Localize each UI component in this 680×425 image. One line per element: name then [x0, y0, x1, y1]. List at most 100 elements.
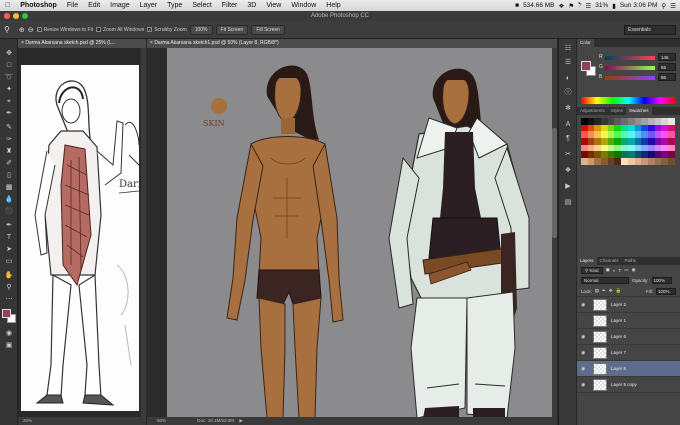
swatch[interactable] — [647, 158, 655, 165]
swatch[interactable] — [594, 131, 602, 139]
swatch[interactable] — [601, 118, 608, 125]
swatch[interactable] — [667, 138, 675, 145]
swatch[interactable] — [654, 144, 662, 152]
swatch[interactable] — [621, 158, 628, 165]
menu-select[interactable]: Select — [187, 2, 216, 9]
swatch[interactable] — [587, 151, 595, 159]
swatch[interactable] — [661, 144, 668, 152]
swatch[interactable] — [654, 151, 662, 159]
swatch[interactable] — [581, 131, 588, 139]
menu-filter[interactable]: Filter — [217, 2, 243, 9]
filter-adjustment-icon[interactable]: ◐ — [613, 268, 616, 273]
swatch[interactable] — [641, 144, 648, 152]
battery-icon[interactable]: ▮ — [612, 2, 616, 10]
screen-mode-icon[interactable]: ▣ — [3, 341, 15, 351]
swatch[interactable] — [587, 124, 595, 132]
swatch[interactable] — [634, 138, 642, 145]
doc2-tab[interactable]: × Darma Akarsana sketch1.psd @ 50% (Laye… — [147, 39, 557, 48]
swatch[interactable] — [661, 118, 668, 125]
swatch[interactable] — [647, 118, 655, 125]
green-value-input[interactable]: 65 — [658, 63, 676, 71]
eraser-tool-icon[interactable]: ▯ — [3, 171, 15, 181]
battery-percent[interactable]: 31% — [595, 2, 608, 9]
doc2-status-arrow-icon[interactable]: ▶ — [239, 418, 242, 423]
search-icon[interactable]: ⚲ — [661, 2, 666, 10]
move-tool-icon[interactable]: ✥ — [3, 49, 15, 59]
foreground-color-swatch[interactable] — [2, 309, 11, 318]
swatch[interactable] — [661, 131, 668, 139]
tab-color[interactable]: Color — [577, 39, 594, 47]
swatch[interactable] — [581, 118, 588, 125]
lasso-tool-icon[interactable]: ➰ — [3, 73, 15, 83]
clock[interactable]: Sun 3:06 PM — [620, 2, 658, 9]
tool-presets-icon[interactable]: ✂ — [562, 149, 574, 160]
gradient-tool-icon[interactable]: ▩ — [3, 183, 15, 193]
menu-3d[interactable]: 3D — [242, 2, 261, 9]
tab-adjustments[interactable]: Adjustments — [577, 107, 608, 115]
swatch[interactable] — [627, 158, 635, 165]
opacity-input[interactable]: 100% — [651, 277, 672, 284]
swatch[interactable] — [587, 144, 595, 152]
swatch[interactable] — [627, 144, 635, 152]
swatch[interactable] — [654, 118, 662, 125]
swatch[interactable] — [621, 151, 628, 159]
stamp-tool-icon[interactable]: ♜ — [3, 147, 15, 157]
swatch[interactable] — [607, 138, 615, 145]
swatch[interactable] — [601, 124, 608, 132]
swatch[interactable] — [634, 131, 642, 139]
swatch[interactable] — [634, 158, 642, 165]
swatch[interactable] — [587, 118, 595, 125]
swatch[interactable] — [661, 138, 668, 145]
swatch[interactable] — [661, 124, 668, 132]
swatch[interactable] — [601, 144, 608, 152]
properties-panel-icon[interactable]: ☰ — [562, 57, 574, 68]
swatch[interactable] — [594, 151, 602, 159]
swatch[interactable] — [654, 138, 662, 145]
doc1-canvas[interactable]: Darm — [21, 65, 139, 411]
wifi-icon[interactable]: ☰ — [585, 2, 591, 10]
tab-styles[interactable]: Styles — [608, 107, 626, 115]
quick-mask-icon[interactable]: ◉ — [3, 329, 15, 339]
zoom-tool-icon[interactable]: ⚲ — [4, 25, 10, 34]
swatch[interactable] — [641, 118, 648, 125]
minimize-window-button[interactable] — [13, 13, 19, 19]
swatch[interactable] — [607, 131, 615, 139]
swatch[interactable] — [634, 118, 642, 125]
resize-windows-checkbox[interactable]: ✓ Resize Windows to Fit — [36, 27, 93, 33]
swatch[interactable] — [607, 118, 615, 125]
color-spectrum[interactable] — [581, 97, 676, 104]
swatch[interactable] — [647, 131, 655, 139]
swatch[interactable] — [647, 151, 655, 159]
memory-icon[interactable]: ■ — [515, 2, 519, 9]
dropbox-icon[interactable]: ❖ — [559, 2, 565, 10]
swatch[interactable] — [581, 144, 588, 152]
filter-smart-icon[interactable]: ◉ — [632, 267, 636, 273]
swatch[interactable] — [614, 158, 622, 165]
crop-tool-icon[interactable]: ⌖ — [3, 97, 15, 107]
lock-position-icon[interactable]: ✥ — [609, 288, 613, 294]
fit-screen-button[interactable]: Fit Screen — [215, 24, 249, 35]
zoom-100-button[interactable]: 100% — [189, 24, 213, 35]
blue-slider[interactable] — [605, 76, 655, 80]
marquee-tool-icon[interactable]: □ — [3, 61, 15, 71]
red-slider[interactable] — [605, 56, 655, 60]
swatch[interactable] — [621, 138, 628, 145]
swatch[interactable] — [587, 131, 595, 139]
menu-type[interactable]: Type — [162, 2, 187, 9]
healing-tool-icon[interactable]: ✎ — [3, 123, 15, 133]
swatch[interactable] — [614, 144, 622, 152]
zoom-in-icon[interactable]: ⊕ — [19, 26, 25, 34]
workspace-select[interactable]: Essentials — [624, 24, 676, 35]
swatch[interactable] — [581, 138, 588, 145]
lock-transparent-icon[interactable]: ▤ — [595, 288, 599, 294]
swatch[interactable] — [667, 124, 675, 132]
filter-type-icon[interactable]: T — [619, 268, 622, 273]
swatch[interactable] — [627, 118, 635, 125]
swatch[interactable] — [627, 131, 635, 139]
swatch[interactable] — [601, 131, 608, 139]
brush-tool-icon[interactable]: ✑ — [3, 135, 15, 145]
swatch[interactable] — [647, 144, 655, 152]
menu-help[interactable]: Help — [321, 2, 345, 9]
swatch[interactable] — [621, 144, 628, 152]
visibility-eye-icon[interactable]: ◉ — [581, 382, 585, 388]
